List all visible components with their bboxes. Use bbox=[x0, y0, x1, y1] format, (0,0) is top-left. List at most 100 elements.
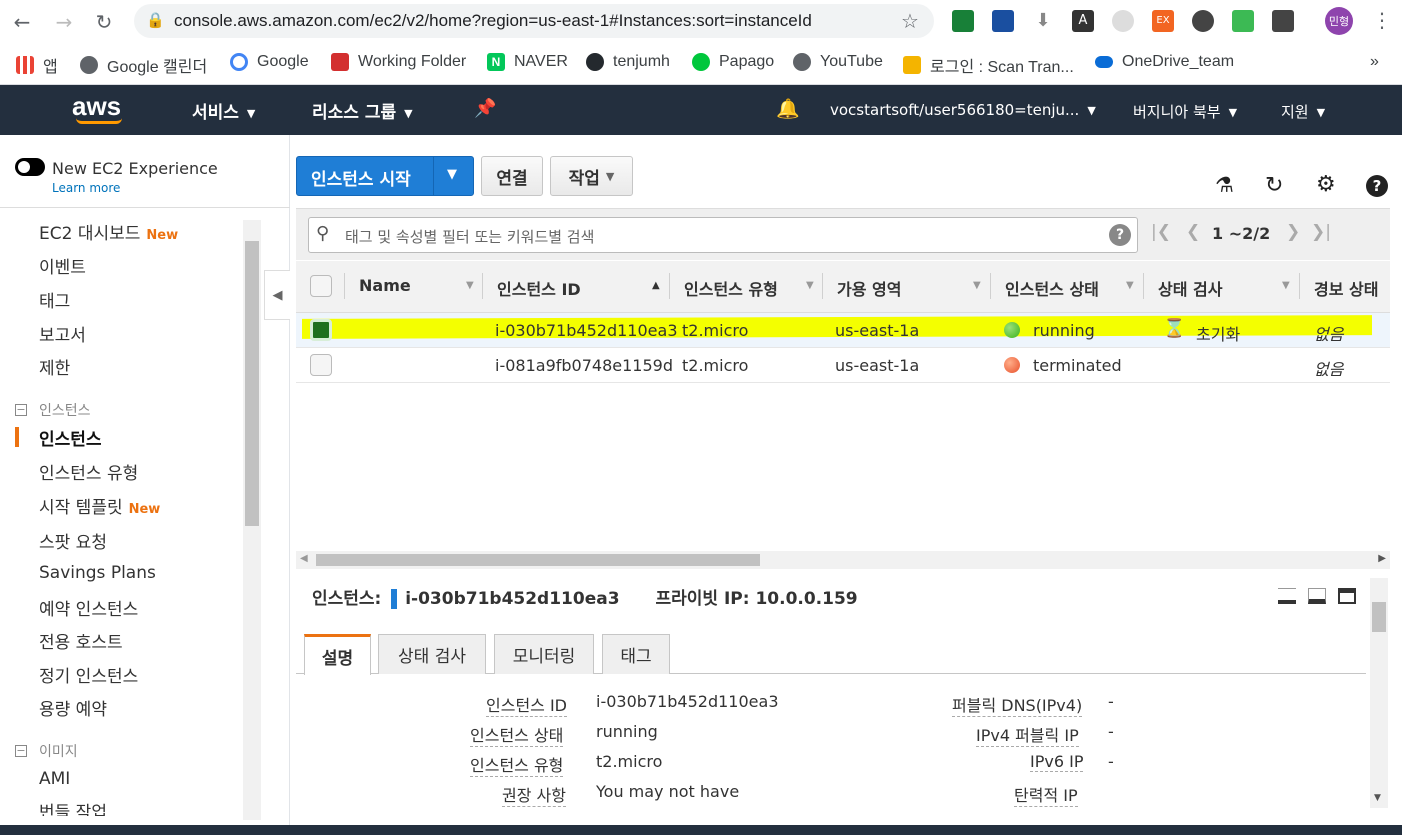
flask-icon[interactable]: ⚗ bbox=[1215, 173, 1234, 197]
sort-icon[interactable]: ▼ bbox=[466, 280, 474, 291]
chevron-down-icon[interactable]: ▼ bbox=[447, 167, 457, 182]
collapse-sidebar-button[interactable]: ◀ bbox=[264, 270, 290, 320]
table-row[interactable]: i-081a9fb0748e1159d t2.micro us-east-1a … bbox=[296, 348, 1390, 383]
font-extension-icon[interactable]: A bbox=[1072, 10, 1094, 32]
sidebar-item-scheduled-instances[interactable]: 정기 인스턴스 bbox=[39, 662, 138, 687]
panel-minimize-icon[interactable] bbox=[1278, 588, 1296, 604]
last-page-icon[interactable]: ❯| bbox=[1311, 222, 1331, 242]
tab-description[interactable]: 설명 bbox=[304, 634, 371, 675]
sidebar-item-reserved-instances[interactable]: 예약 인스턴스 bbox=[39, 595, 138, 620]
sidebar-item-tags[interactable]: 태그 bbox=[39, 287, 70, 312]
sidebar-item-instances[interactable]: 인스턴스 bbox=[39, 425, 102, 450]
sidebar-item-capacity-reservations[interactable]: 용량 예약 bbox=[39, 695, 107, 720]
download-extension-icon[interactable]: ⬇ bbox=[1032, 10, 1054, 32]
star-icon[interactable]: ☆ bbox=[901, 9, 919, 33]
details-scrollbar-thumb[interactable] bbox=[1372, 602, 1386, 632]
bookmark-papago[interactable]: Papago bbox=[692, 53, 774, 71]
sidebar-item-spot-requests[interactable]: 스팟 요청 bbox=[39, 528, 107, 553]
next-page-icon[interactable]: ❯ bbox=[1286, 222, 1300, 242]
green-extension-icon[interactable] bbox=[1232, 10, 1254, 32]
column-header-name[interactable]: Name bbox=[359, 276, 411, 295]
support-menu[interactable]: 지원 ▼ bbox=[1281, 101, 1325, 122]
column-header-instance-type[interactable]: 인스턴스 유형 bbox=[684, 276, 778, 300]
more-bookmarks-button[interactable]: » bbox=[1370, 53, 1379, 71]
select-all-checkbox[interactable] bbox=[310, 275, 332, 297]
sidebar-item-reports[interactable]: 보고서 bbox=[39, 321, 86, 346]
bookmark-google-calendar[interactable]: Google 캘린더 bbox=[80, 53, 207, 77]
group-images[interactable]: − 이미지 bbox=[15, 741, 78, 761]
bookmark-working-folder[interactable]: Working Folder bbox=[331, 53, 466, 71]
column-header-alarm[interactable]: 경보 상태 bbox=[1314, 276, 1378, 300]
sidebar-item-dashboard[interactable]: EC2 대시보드 New bbox=[39, 219, 178, 244]
sort-icon[interactable]: ▼ bbox=[806, 280, 814, 291]
bookmark-tenjumh[interactable]: tenjumh bbox=[586, 53, 670, 71]
ex-extension-icon[interactable]: EX bbox=[1152, 10, 1174, 32]
resource-groups-menu[interactable]: 리소스 그룹 ▼ bbox=[312, 98, 413, 123]
panel-maximize-icon[interactable] bbox=[1338, 588, 1356, 604]
table-horizontal-scrollbar[interactable]: ◀ ▶ bbox=[296, 551, 1390, 569]
column-header-status-checks[interactable]: 상태 검사 bbox=[1158, 276, 1222, 300]
search-input[interactable]: ⚲ 태그 및 속성별 필터 또는 키워드별 검색 ? bbox=[308, 217, 1138, 253]
dictionary-extension-icon[interactable] bbox=[992, 10, 1014, 32]
tab-tags[interactable]: 태그 bbox=[602, 634, 670, 674]
help-icon[interactable]: ? bbox=[1366, 175, 1388, 197]
scrollbar-thumb[interactable] bbox=[316, 554, 760, 566]
scroll-right-icon[interactable]: ▶ bbox=[1378, 553, 1386, 564]
sidebar-item-dedicated-hosts[interactable]: 전용 호스트 bbox=[39, 628, 123, 653]
refresh-icon[interactable]: ↻ bbox=[1265, 173, 1283, 198]
panel-half-icon[interactable] bbox=[1308, 588, 1326, 604]
group-instances[interactable]: − 인스턴스 bbox=[15, 400, 91, 420]
row-checkbox[interactable] bbox=[310, 354, 332, 376]
first-page-icon[interactable]: |❮ bbox=[1151, 222, 1171, 242]
gear-icon[interactable]: ⚙ bbox=[1316, 172, 1336, 197]
sidebar-item-savings-plans[interactable]: Savings Plans bbox=[39, 563, 156, 583]
sidebar-item-launch-templates[interactable]: 시작 템플릿 New bbox=[39, 493, 160, 518]
tab-monitoring[interactable]: 모니터링 bbox=[494, 634, 594, 674]
sidebar-item-ami[interactable]: AMI bbox=[39, 769, 70, 789]
new-experience-toggle[interactable] bbox=[15, 158, 45, 176]
sidebar-item-bundle-tasks[interactable]: 번들 작업 bbox=[39, 798, 107, 816]
forward-icon[interactable]: → bbox=[50, 8, 78, 36]
scroll-left-icon[interactable]: ◀ bbox=[300, 553, 308, 564]
classroom-extension-icon[interactable] bbox=[952, 10, 974, 32]
bookmark-youtube[interactable]: YouTube bbox=[793, 53, 883, 71]
back-icon[interactable]: ← bbox=[8, 8, 36, 36]
reload-icon[interactable]: ↻ bbox=[90, 8, 118, 36]
tab-status-checks[interactable]: 상태 검사 bbox=[378, 634, 486, 674]
region-menu[interactable]: 버지니아 북부 ▼ bbox=[1133, 101, 1237, 122]
bookmark-scan-tran[interactable]: 로그인 : Scan Tran... bbox=[903, 53, 1074, 77]
sidebar-item-limits[interactable]: 제한 bbox=[39, 354, 70, 379]
row-checkbox[interactable] bbox=[310, 319, 332, 341]
sidebar-item-instance-types[interactable]: 인스턴스 유형 bbox=[39, 459, 138, 484]
sort-icon[interactable]: ▼ bbox=[1126, 280, 1134, 291]
actions-button[interactable]: 작업 ▼ bbox=[550, 156, 633, 196]
scroll-down-icon[interactable]: ▼ bbox=[1374, 793, 1381, 803]
details-scrollbar[interactable]: ▼ bbox=[1370, 578, 1388, 808]
address-bar[interactable]: 🔒 console.aws.amazon.com/ec2/v2/home?reg… bbox=[134, 4, 934, 38]
column-header-az[interactable]: 가용 영역 bbox=[837, 276, 901, 300]
circle-extension-icon[interactable] bbox=[1192, 10, 1214, 32]
launch-instance-button[interactable]: 인스턴스 시작 ▼ bbox=[296, 156, 474, 196]
table-row[interactable]: i-030b71b452d110ea3 t2.micro us-east-1a … bbox=[296, 313, 1390, 348]
bookmark-apps[interactable]: 앱 bbox=[16, 53, 58, 77]
menu-dots-icon[interactable]: ⋮ bbox=[1372, 8, 1392, 32]
column-header-instance-id[interactable]: 인스턴스 ID bbox=[497, 276, 581, 300]
bell-icon[interactable]: 🔔 bbox=[776, 97, 800, 120]
profile-avatar[interactable]: 민형 bbox=[1325, 7, 1353, 35]
sidebar-scrollbar-thumb[interactable] bbox=[245, 241, 259, 526]
sidebar-item-events[interactable]: 이벤트 bbox=[39, 253, 86, 278]
pin-icon[interactable]: 📌 bbox=[474, 98, 496, 119]
connect-button[interactable]: 연결 bbox=[481, 156, 543, 196]
dark-extension-icon[interactable] bbox=[1272, 10, 1294, 32]
bookmark-naver[interactable]: N NAVER bbox=[487, 53, 568, 71]
column-header-state[interactable]: 인스턴스 상태 bbox=[1005, 276, 1099, 300]
search-help-icon[interactable]: ? bbox=[1109, 224, 1131, 246]
learn-more-link[interactable]: Learn more bbox=[52, 181, 120, 195]
bookmark-google[interactable]: Google bbox=[230, 53, 309, 71]
sort-ascending-icon[interactable]: ▲ bbox=[652, 280, 660, 291]
prev-page-icon[interactable]: ❮ bbox=[1186, 222, 1200, 242]
extension-icon[interactable] bbox=[1112, 10, 1134, 32]
account-menu[interactable]: vocstartsoft/user566180=tenju... ▼ bbox=[830, 101, 1096, 119]
sort-icon[interactable]: ▼ bbox=[1282, 280, 1290, 291]
services-menu[interactable]: 서비스 ▼ bbox=[192, 98, 255, 123]
